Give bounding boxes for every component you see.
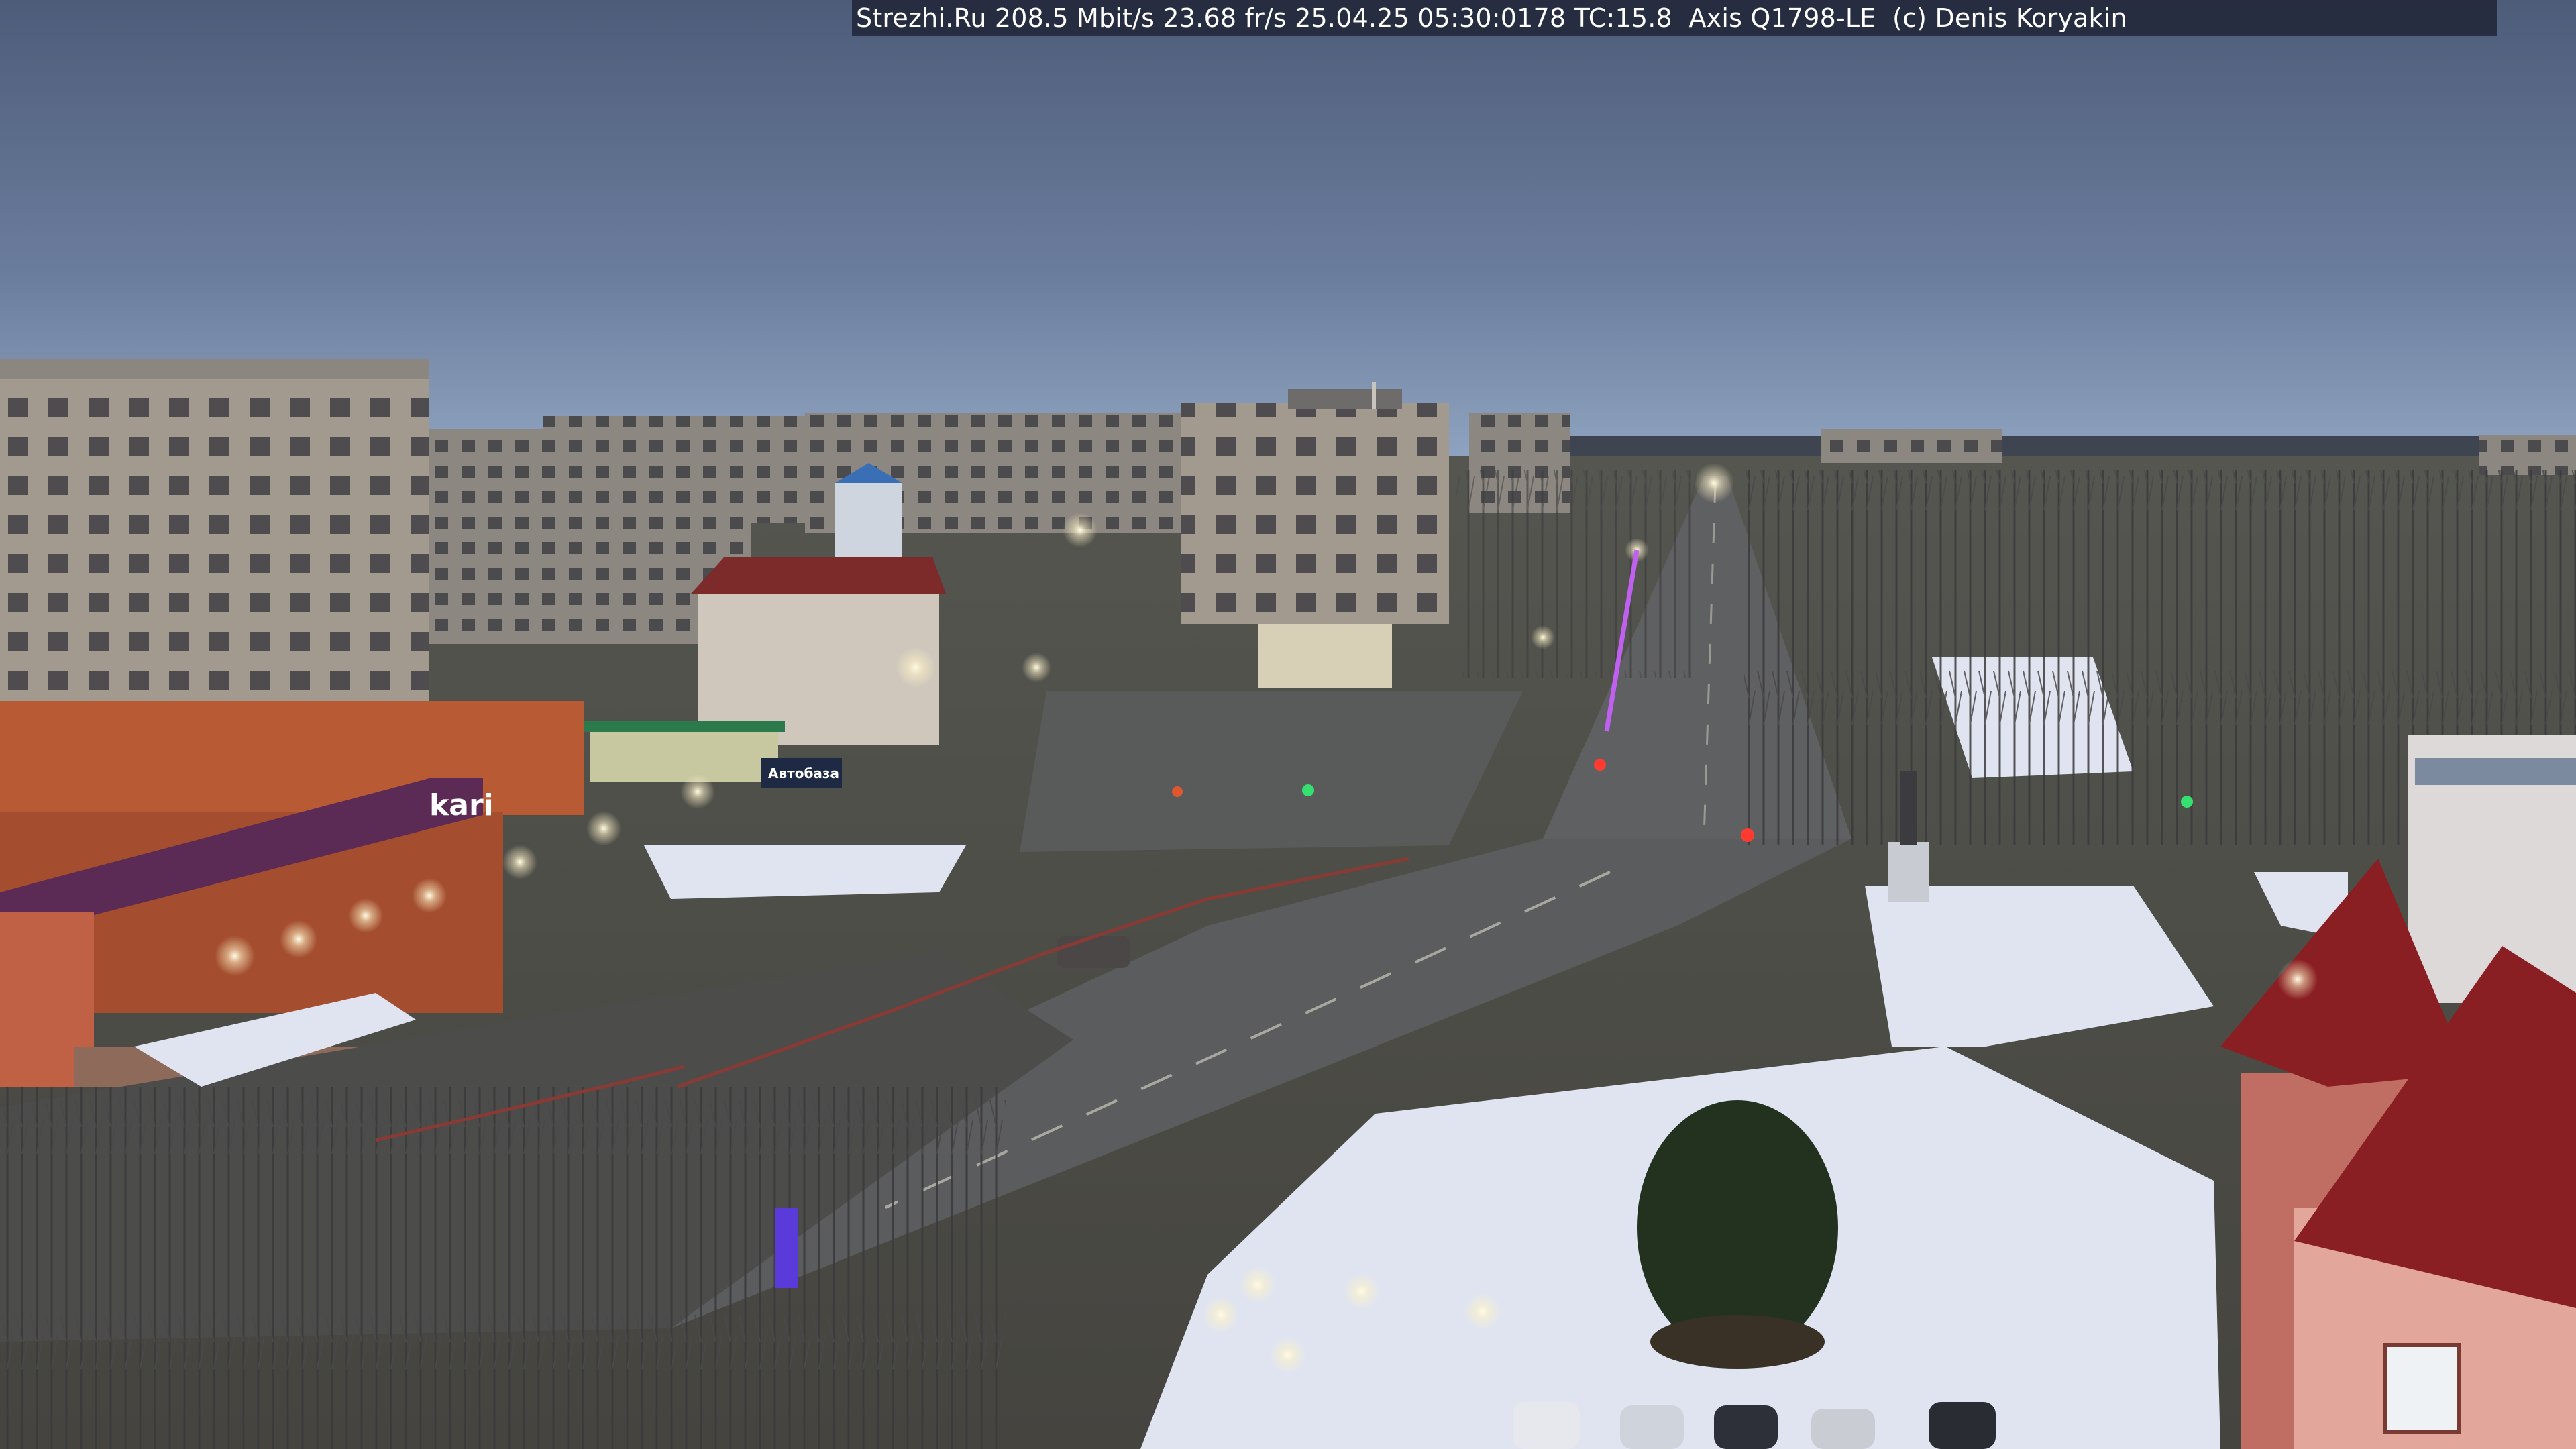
camera-info-overlay: Strezhi.Ru 208.5 Mbit/s 23.68 fr/s 25.04…: [852, 0, 2497, 36]
tree-line-center: [1456, 470, 1697, 678]
evergreen-tree: [1637, 1100, 1838, 1368]
shop-sign: Автобаза: [761, 758, 842, 788]
central-tower-building: [1181, 382, 1449, 624]
city-street-photo: kari Автобаза: [0, 0, 2576, 1449]
bare-trees-foreground: [0, 1087, 1006, 1449]
webcam-scene: kari Автобаза Strezhi.Ru 208.5 Mbit/s 23…: [0, 0, 2576, 1449]
store-sign: kari: [429, 788, 494, 822]
plaza: [1020, 691, 1523, 852]
shop-sign-text: Автобаза: [768, 765, 839, 782]
